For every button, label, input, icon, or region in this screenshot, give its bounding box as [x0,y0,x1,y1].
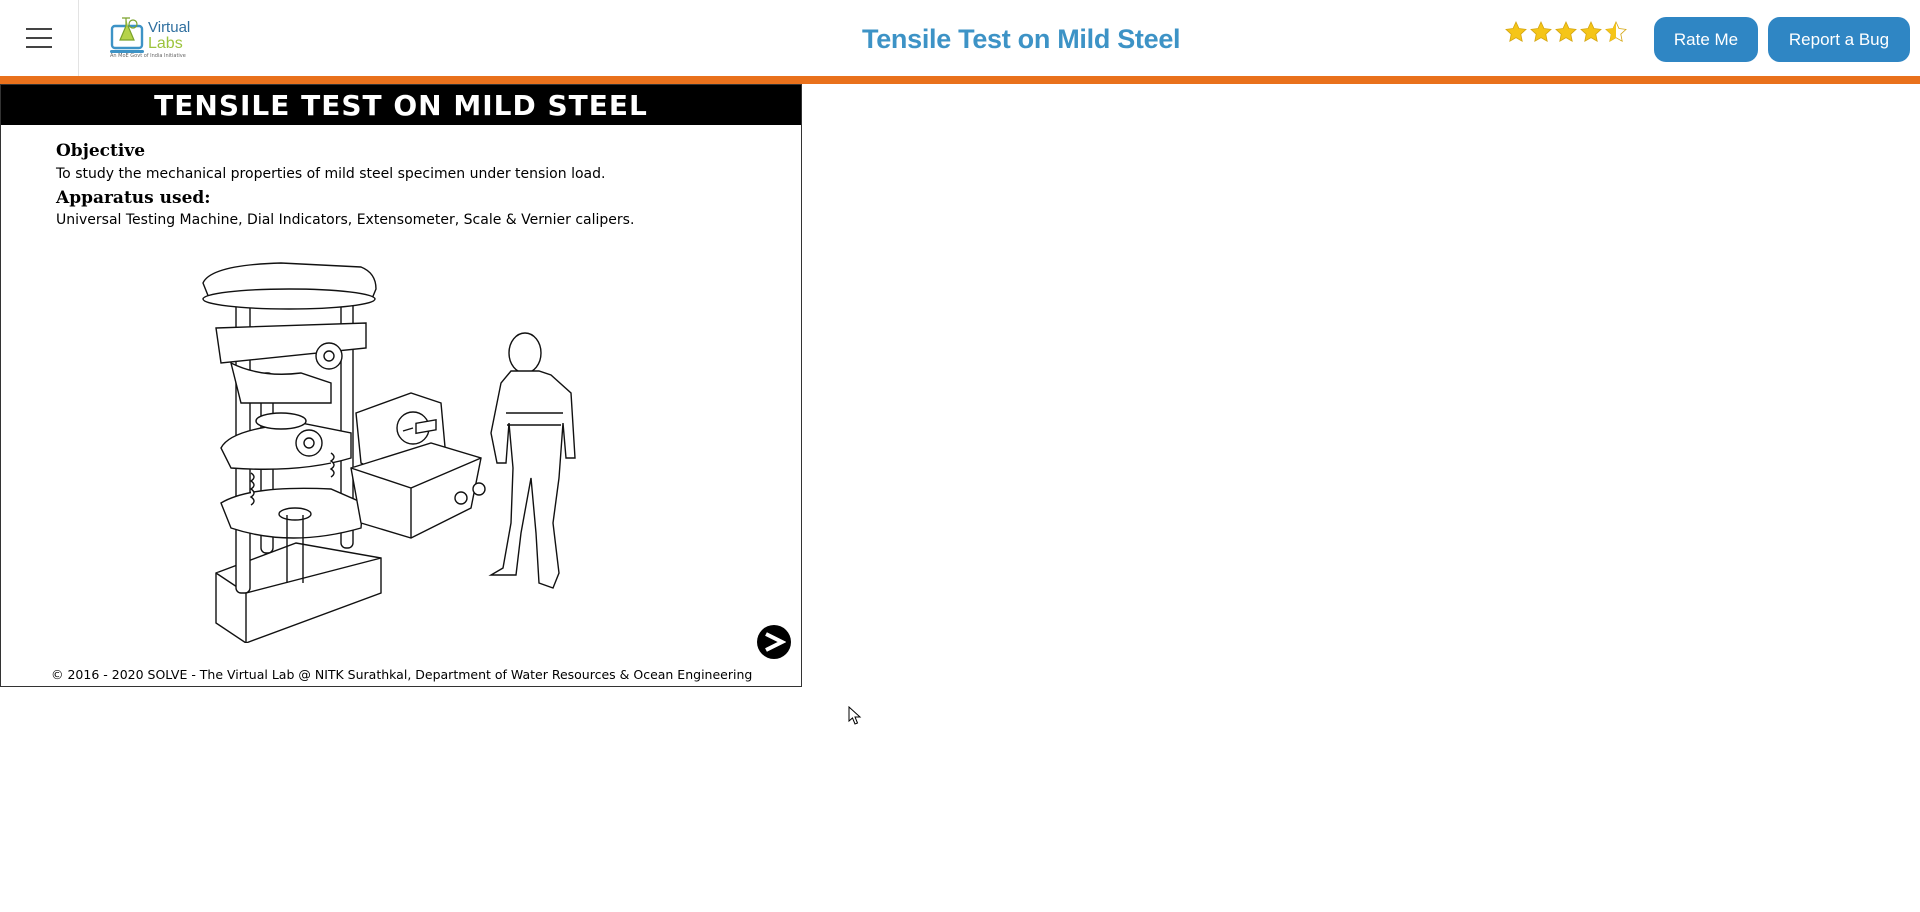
star-icon[interactable] [1554,20,1578,44]
star-icon[interactable] [1504,20,1528,44]
top-navbar: Virtual Labs An MoE Govt of India Initia… [0,0,1920,84]
objective-heading: Objective [56,141,146,161]
next-arrow-icon[interactable] [757,625,791,659]
rating-stars[interactable] [1504,20,1628,48]
hamburger-menu-icon[interactable] [0,0,79,76]
copyright-footer: © 2016 - 2020 SOLVE - The Virtual Lab @ … [51,667,753,682]
arrow-right-glyph [765,632,786,652]
apparatus-text: Universal Testing Machine, Dial Indicato… [56,212,635,228]
logo-tagline: An MoE Govt of India Initiative [110,53,186,59]
rate-me-button[interactable]: Rate Me [1654,17,1758,62]
star-icon[interactable] [1529,20,1553,44]
experiment-panel: TENSILE TEST ON MILD STEEL Objective To … [0,84,802,687]
apparatus-heading: Apparatus used: [56,188,211,208]
universal-testing-machine-illustration [202,262,576,643]
logo-text-virtual: Virtual [148,19,190,36]
objective-text: To study the mechanical properties of mi… [56,166,606,182]
report-bug-button[interactable]: Report a Bug [1768,17,1910,62]
experiment-header: TENSILE TEST ON MILD STEEL [1,85,801,125]
page-title: Tensile Test on Mild Steel [862,24,1181,54]
star-half-icon[interactable] [1604,20,1628,44]
mouse-cursor-icon [848,706,862,725]
logo-text-labs: Labs [148,35,183,52]
star-icon[interactable] [1579,20,1603,44]
